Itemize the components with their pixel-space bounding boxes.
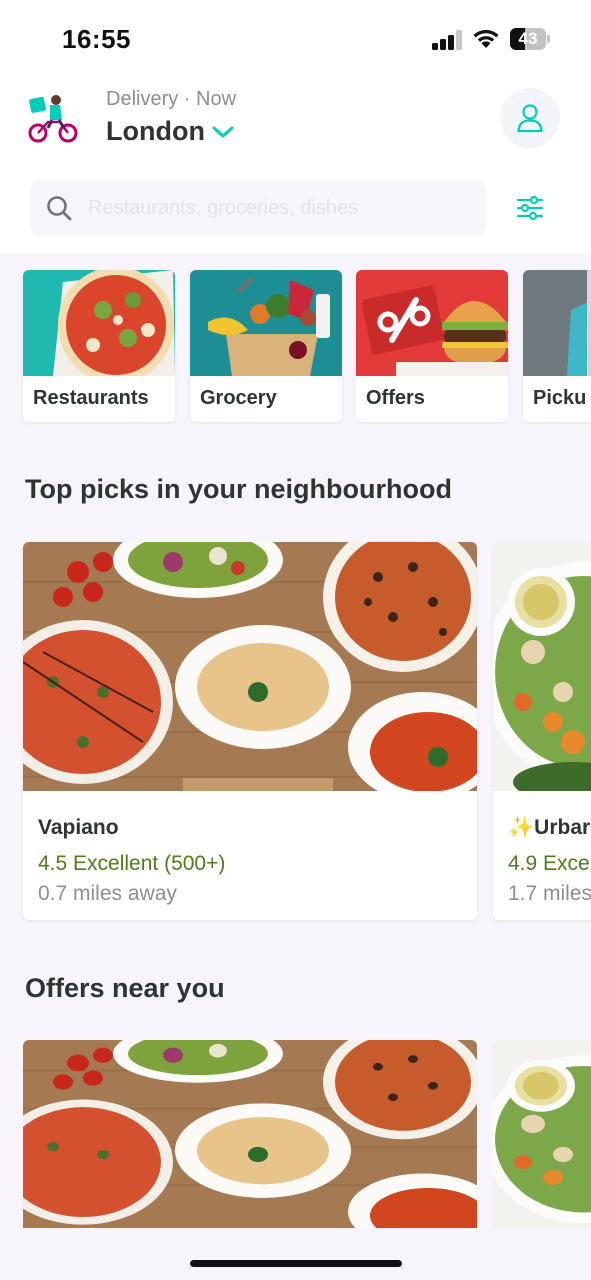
offer-card[interactable] — [23, 1040, 477, 1230]
pizza-image — [23, 270, 175, 376]
italian-food-image — [23, 1040, 477, 1230]
grocery-bag-image — [190, 270, 342, 376]
category-card-grocery[interactable]: Grocery — [190, 270, 342, 422]
category-card-offers[interactable]: Offers — [356, 270, 508, 422]
category-label: Picku — [533, 387, 587, 409]
category-label: Restaurants — [33, 387, 149, 409]
home-indicator[interactable] — [190, 1260, 402, 1267]
category-carousel[interactable]: Restaurants Grocery Offers Picku — [0, 270, 591, 430]
burger-offer-image — [356, 270, 508, 376]
account-button[interactable] — [500, 88, 560, 148]
offers-carousel[interactable] — [0, 1040, 591, 1230]
restaurant-rating: 4.5 Excellent (500+) — [38, 852, 226, 875]
delivery-mode-label: Delivery · Now — [106, 88, 237, 110]
header: Delivery · Now London — [0, 80, 591, 170]
location-name: London — [106, 116, 205, 146]
search-input[interactable] — [88, 196, 448, 220]
battery-level: 43 — [518, 29, 538, 48]
top-picks-title: Top picks in your neighbourhood — [25, 474, 452, 504]
restaurant-rating: 4.9 Excel — [508, 852, 591, 875]
restaurant-name: ✨Urbar — [508, 816, 591, 839]
salad-bowl-image — [493, 542, 591, 791]
signal-icon — [432, 30, 464, 50]
wifi-icon — [473, 29, 499, 48]
search-bar[interactable] — [30, 180, 486, 236]
chevron-down-icon — [212, 126, 234, 137]
location-selector[interactable]: London — [106, 116, 235, 147]
rider-logo-icon — [28, 95, 78, 143]
status-bar: 16:55 43 — [0, 0, 591, 80]
category-card-pickup[interactable]: Picku — [523, 270, 591, 422]
offers-title: Offers near you — [25, 973, 225, 1003]
filter-icon — [516, 196, 544, 220]
salad-bowl-image — [493, 1040, 591, 1230]
restaurant-name: Vapiano — [38, 816, 119, 839]
restaurant-distance: 1.7 miles — [508, 882, 591, 905]
restaurant-card-vapiano[interactable]: Vapiano 4.5 Excellent (500+) 0.7 miles a… — [23, 542, 477, 920]
category-card-restaurants[interactable]: Restaurants — [23, 270, 175, 422]
battery-icon: 43 — [510, 28, 550, 50]
offer-card[interactable] — [493, 1040, 591, 1230]
bottom-area — [0, 1228, 591, 1280]
filter-button[interactable] — [510, 190, 550, 226]
category-label: Offers — [366, 387, 425, 409]
restaurant-card-urbar[interactable]: ✨Urbar 4.9 Excel 1.7 miles — [493, 542, 591, 920]
top-picks-carousel[interactable]: Vapiano 4.5 Excellent (500+) 0.7 miles a… — [0, 542, 591, 927]
pickup-image — [523, 270, 591, 376]
restaurant-distance: 0.7 miles away — [38, 882, 177, 905]
account-icon — [517, 104, 543, 133]
status-time: 16:55 — [62, 24, 131, 54]
italian-food-image — [23, 542, 477, 791]
search-icon — [47, 196, 72, 221]
category-label: Grocery — [200, 387, 277, 409]
